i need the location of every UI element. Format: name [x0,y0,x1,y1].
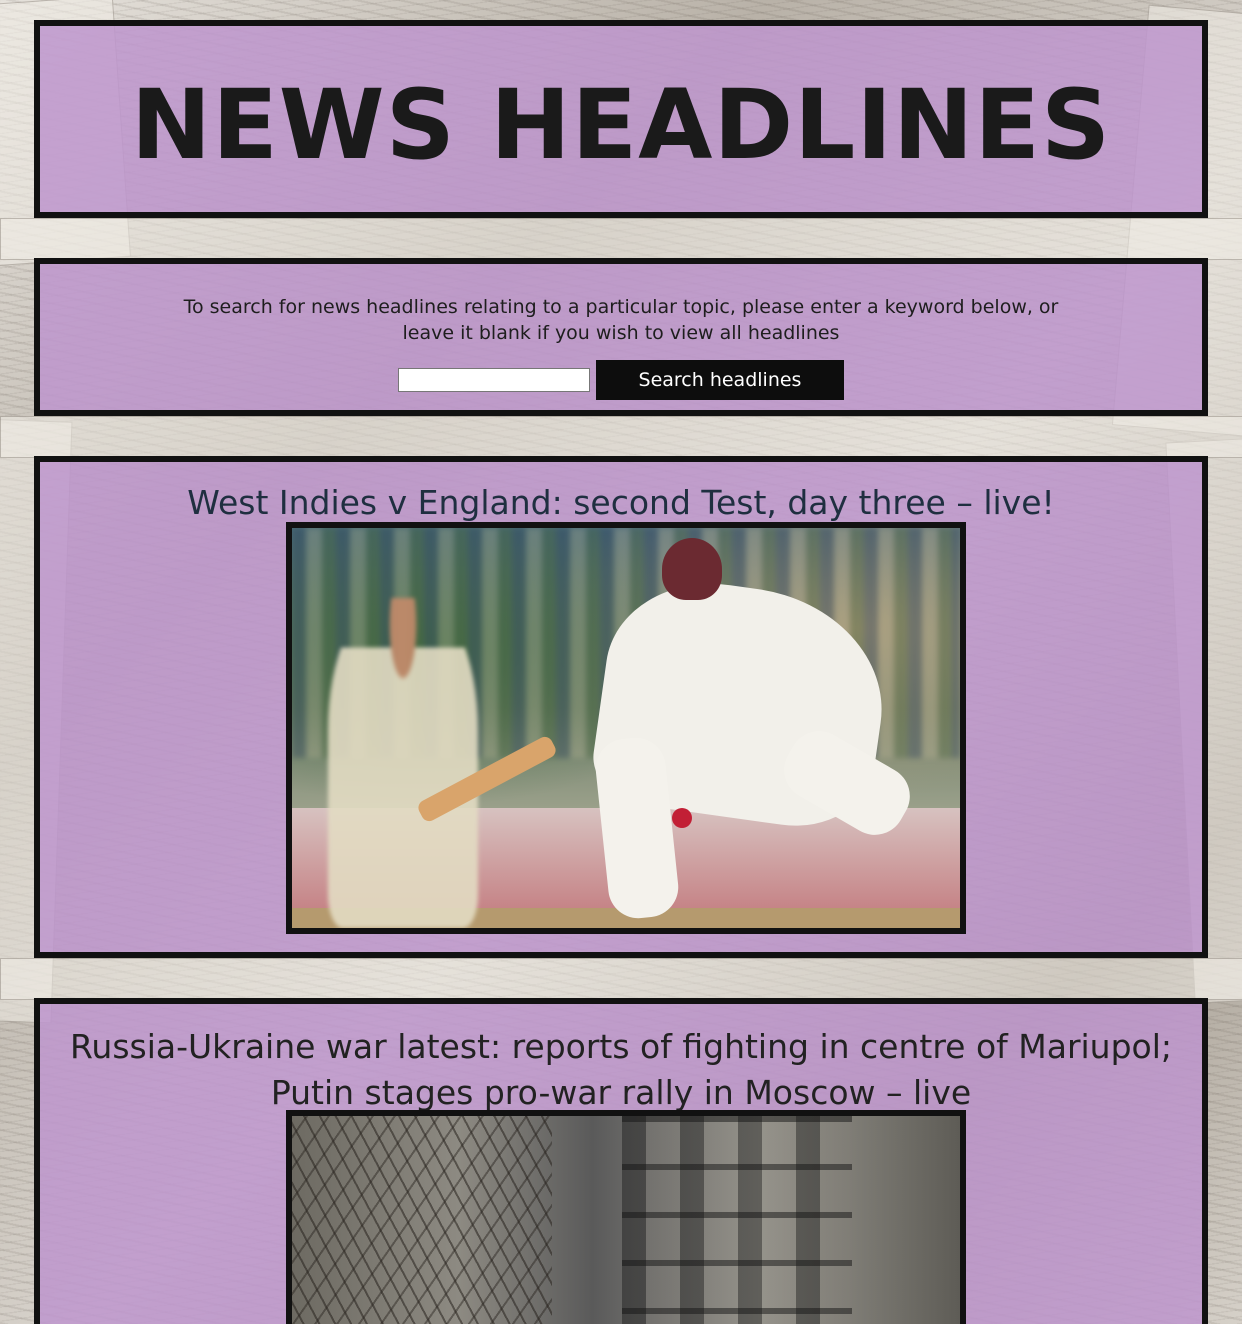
search-button[interactable]: Search headlines [596,360,844,400]
cricket-photo [292,528,960,928]
newspaper-scrap [0,218,1242,260]
title-panel: NEWS HEADLINES [34,20,1208,218]
newspaper-scrap [0,416,1242,458]
article-headline[interactable]: West Indies v England: second Test, day … [60,480,1182,526]
cricket-ball [672,808,692,828]
search-input[interactable] [398,368,590,392]
newspaper-scrap [0,958,1242,1000]
article-headline-line: Russia-Ukraine war latest: reports of fi… [69,1027,1173,1066]
batter-figure [415,538,942,922]
search-form: Search headlines [40,360,1202,400]
article-card: West Indies v England: second Test, day … [34,456,1208,958]
batter-helmet [662,538,722,600]
search-instructions-line: To search for news headlines relating to… [183,296,1059,318]
war-photo [292,1116,960,1324]
damaged-building [622,1116,852,1324]
search-instructions-line: leave it blank if you wish to view all h… [402,322,840,344]
bare-trees [292,1116,552,1324]
article-card: Russia-Ukraine war latest: reports of fi… [34,998,1208,1324]
fielder-figure [328,598,478,928]
search-instructions: To search for news headlines relating to… [40,294,1202,346]
article-image-cricket[interactable] [286,522,966,934]
article-headline[interactable]: Russia-Ukraine war latest: reports of fi… [60,1024,1182,1116]
search-panel: To search for news headlines relating to… [34,258,1208,416]
page-title: NEWS HEADLINES [130,69,1112,181]
article-image-war[interactable] [286,1110,966,1324]
